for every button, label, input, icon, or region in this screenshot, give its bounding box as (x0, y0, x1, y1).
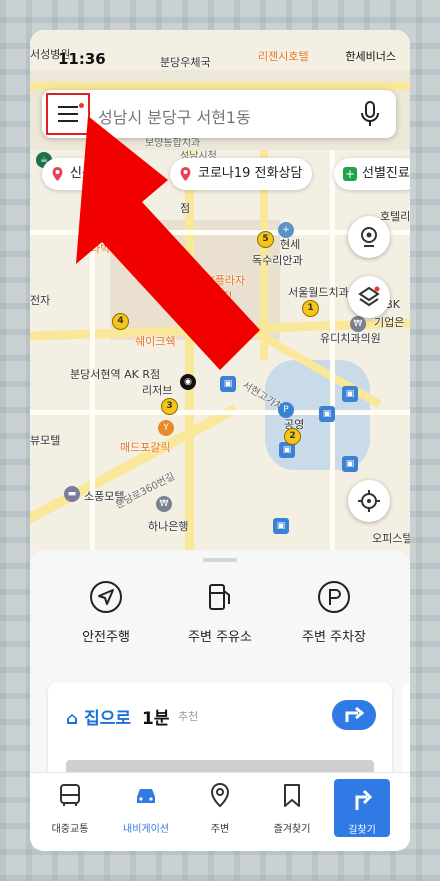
map-label: 분당점 (202, 290, 233, 303)
chip-label: 선별진료 (362, 166, 410, 181)
cctv-button[interactable] (348, 216, 390, 258)
quick-safe-driving[interactable]: 안전주행 (46, 580, 166, 645)
map-label: 매드포갈릭 (120, 441, 171, 454)
bank-icon[interactable]: ₩ (350, 316, 366, 332)
bottom-sheet: 안전주행 주변 주유소 주변 주차장 ⌂ 집으로 1분 추천 대중교통 내비게이… (30, 550, 410, 851)
map-label: 유디치과의원 (320, 332, 381, 345)
parking-icon (318, 581, 350, 613)
subway-icon[interactable]: ◉ (180, 374, 196, 390)
restaurant-icon[interactable]: Y (158, 420, 174, 436)
location-pin-icon (210, 782, 230, 808)
my-location-button[interactable] (348, 480, 390, 522)
quick-parking[interactable]: 주변 주차장 (274, 580, 394, 645)
station-badge[interactable]: 수인분당 (188, 306, 241, 327)
quick-gas-station[interactable]: 주변 주유소 (160, 580, 280, 645)
tab-nearby[interactable]: 주변 (182, 781, 258, 835)
search-input[interactable]: 성남시 분당구 서현1동 (98, 104, 251, 128)
search-bar[interactable]: 성남시 분당구 서현1동 (42, 90, 396, 138)
bus-icon (60, 784, 80, 806)
pin-icon (52, 167, 63, 181)
tab-navigation[interactable]: 내비게이션 (108, 781, 184, 835)
home-minutes: 1분 (142, 709, 170, 729)
bus-stop-icon[interactable]: ▣ (342, 386, 358, 402)
tab-favorites[interactable]: 즐겨찾기 (254, 781, 330, 835)
bookmark-icon (284, 784, 300, 807)
bus-stop-icon[interactable]: ▣ (319, 406, 335, 422)
chip-covid-phone[interactable]: 코로나19 전화상담 (170, 158, 313, 190)
chip-screening[interactable]: + 선별진료 (334, 158, 410, 190)
bus-stop-icon[interactable]: ▣ (273, 518, 289, 534)
microphone-icon[interactable] (358, 100, 382, 128)
chip-label: 신속항원 (70, 166, 118, 181)
chip-rapid-antigen[interactable]: 신속항원 (42, 158, 128, 190)
map-label: 독수리안과 (252, 254, 303, 267)
navigation-arrow-icon (90, 581, 122, 613)
layers-button[interactable] (348, 276, 390, 318)
map-label: 전자 (30, 294, 51, 307)
map-label: 분당서현역 AK R점 (70, 368, 161, 381)
quick-label: 주변 주차장 (302, 630, 366, 645)
menu-highlight-box (46, 93, 90, 135)
hotel-icon[interactable]: ▬ (64, 486, 80, 502)
gas-pump-icon (209, 584, 230, 610)
bank-icon[interactable]: ₩ (156, 496, 172, 512)
map-marker-4[interactable]: 4 (112, 313, 129, 330)
map-label: 서현역 (198, 332, 229, 345)
map-label: 현세 (280, 238, 301, 251)
tab-label: 즐겨찾기 (273, 824, 311, 835)
map-label: 뷰모텔 (30, 434, 61, 447)
chip-label: 코로나19 전화상담 (198, 166, 303, 181)
map-label: 기업은 (374, 316, 405, 329)
status-bar: 11:36 한세비너스 (30, 30, 410, 70)
map-marker-3[interactable]: 3 (161, 398, 178, 415)
parking-icon[interactable]: P (278, 402, 294, 418)
map-label: 점 (180, 202, 191, 215)
map-road (30, 82, 410, 90)
category-chips: 신속항원 코로나19 전화상담 + 선별진료 (42, 158, 410, 192)
home-go-button[interactable] (332, 700, 376, 730)
map-road (30, 404, 239, 526)
map-street (30, 410, 410, 415)
crosshair-icon (358, 490, 380, 512)
tab-label: 내비게이션 (123, 824, 169, 835)
phone-screen: 서성병원 분당우체국 리젠시호텔 보양통합치과 성남시청 점 메라박스 AK플라… (30, 30, 410, 851)
map-label: 하나은행 (148, 520, 189, 533)
pin-icon (180, 167, 191, 181)
map-label: 쉐이크쉑 (135, 335, 176, 348)
map-label: 리저브 (142, 384, 173, 397)
bus-stop-icon[interactable]: ▣ (220, 376, 236, 392)
turn-right-icon (355, 789, 373, 810)
tab-label: 길찾기 (348, 825, 376, 836)
car-icon (137, 789, 155, 803)
map-label: 메라박스 (80, 242, 121, 255)
map-marker-5[interactable]: 5 (257, 231, 274, 248)
home-label: 집으로 (84, 709, 132, 729)
hospital-icon[interactable]: + (278, 222, 294, 238)
recommend-label: 추천 (178, 710, 199, 723)
quick-label: 안전주행 (82, 630, 130, 645)
map-street (330, 150, 335, 550)
home-icon: ⌂ (66, 709, 79, 729)
home-title: ⌂ 집으로 (66, 704, 131, 729)
quick-label: 주변 주유소 (188, 630, 252, 645)
map-marker-2[interactable]: 2 (284, 428, 301, 445)
map-label: 오피스텔 (372, 532, 410, 545)
map-label: AK플라자 (200, 274, 246, 287)
tab-directions[interactable]: 길찾기 (334, 779, 390, 837)
bus-stop-icon[interactable]: ▣ (342, 456, 358, 472)
bottom-tab-bar: 대중교통 내비게이션 주변 즐겨찾기 길찾기 (30, 772, 410, 851)
tab-transit[interactable]: 대중교통 (32, 781, 108, 835)
tab-label: 주변 (210, 824, 230, 835)
status-right-text: 한세비너스 (345, 50, 396, 63)
map-label: 호텔리 (380, 210, 410, 223)
plus-icon: + (343, 167, 357, 181)
layers-icon (358, 286, 380, 307)
map-marker-1[interactable]: 1 (302, 300, 319, 317)
status-time: 11:36 (58, 50, 106, 68)
turn-right-icon (345, 706, 365, 722)
sheet-handle[interactable] (203, 558, 237, 562)
tab-label: 대중교통 (51, 824, 89, 835)
map-label: 서울월드치과 (288, 286, 349, 299)
cctv-icon (361, 227, 377, 247)
